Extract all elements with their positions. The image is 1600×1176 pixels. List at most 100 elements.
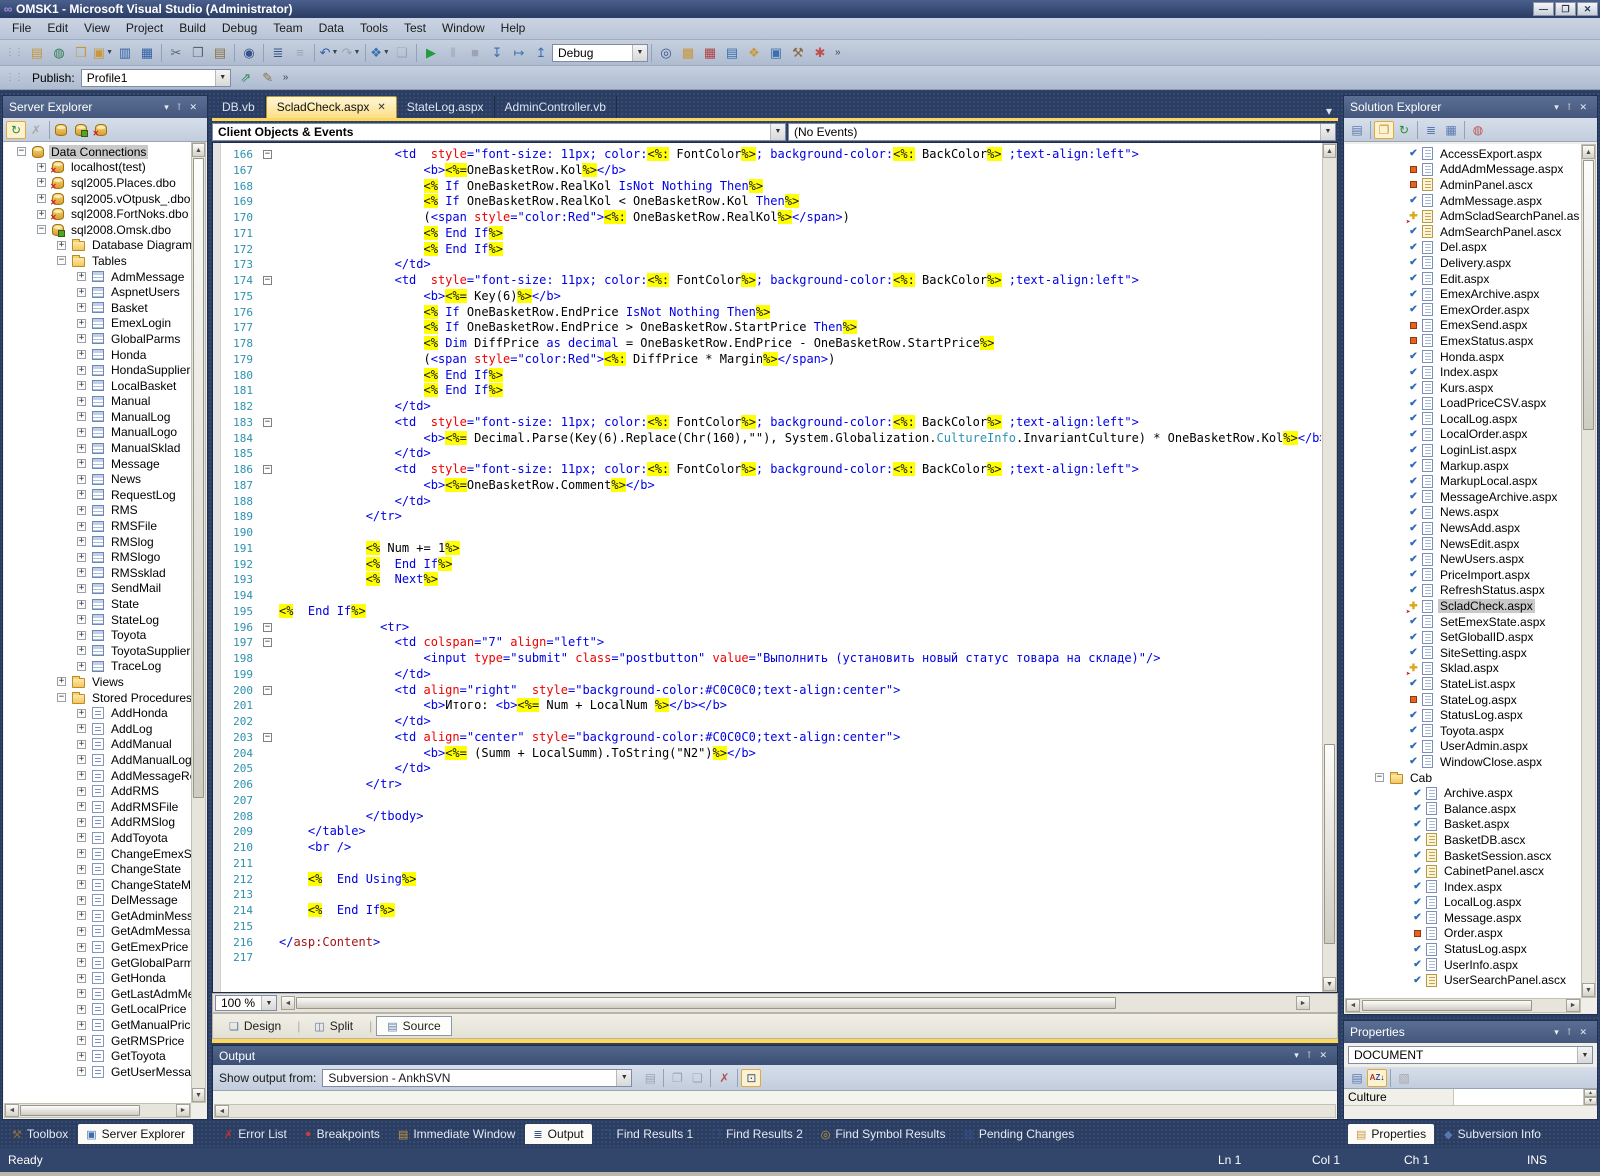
scroll-right-icon[interactable]: ►: [1296, 996, 1310, 1010]
tree-item[interactable]: + Views: [4, 674, 191, 690]
close-button[interactable]: ✕: [1577, 2, 1598, 16]
fold-margin[interactable]: −: [261, 683, 279, 699]
tree-item[interactable]: + ManualLog: [4, 409, 191, 425]
expander-icon[interactable]: −: [17, 147, 26, 157]
solution-explorer-icon[interactable]: ❖: [743, 43, 765, 63]
solution-item[interactable]: ✔ UserAdmin.aspx: [1345, 739, 1581, 755]
tree-item[interactable]: + AddLog: [4, 721, 191, 737]
expander-icon[interactable]: +: [77, 474, 86, 484]
solution-item[interactable]: ✔ LoginList.aspx: [1345, 442, 1581, 458]
property-pages-icon[interactable]: ▧: [1394, 1069, 1414, 1087]
step-over-icon[interactable]: ↦: [508, 43, 530, 63]
collapse-icon[interactable]: −: [263, 685, 272, 695]
fold-margin[interactable]: −: [261, 462, 279, 478]
tree-item[interactable]: + News: [4, 471, 191, 487]
new-project-icon[interactable]: ▤: [26, 43, 48, 63]
tree-item[interactable]: + AdmMessage: [4, 269, 191, 285]
solution-item[interactable]: ✔ Message.aspx: [1345, 910, 1581, 926]
auto-hide-pin-icon[interactable]: ⊺: [173, 102, 186, 113]
debug-configuration-combo[interactable]: Debug ▼: [552, 43, 648, 62]
paste-icon[interactable]: ▤: [209, 43, 231, 63]
solution-item[interactable]: ✔ BasketDB.ascx: [1345, 832, 1581, 848]
expander-icon[interactable]: +: [77, 771, 86, 781]
solution-explorer-vscrollbar[interactable]: ▲ ▼: [1581, 144, 1596, 998]
window-position-icon[interactable]: ▾: [1290, 1050, 1303, 1061]
find-icon[interactable]: ◉: [238, 43, 260, 63]
tree-item[interactable]: + Basket: [4, 300, 191, 316]
view-code-icon[interactable]: ≣: [1421, 121, 1441, 139]
tree-item[interactable]: + RMSlog: [4, 534, 191, 550]
tree-item[interactable]: + GetAdmMessage: [4, 924, 191, 940]
tree-item[interactable]: + GetGlobalParm: [4, 955, 191, 971]
server-explorer-vscrollbar[interactable]: ▲ ▼: [191, 142, 206, 1103]
minimize-button[interactable]: —: [1533, 2, 1554, 16]
toolbar-grip[interactable]: ⋮⋮: [2, 72, 26, 83]
clear-all-icon[interactable]: ✗: [714, 1069, 734, 1087]
tree-item[interactable]: − sql2008.Omsk.dbo: [4, 222, 191, 238]
collapse-icon[interactable]: −: [263, 732, 272, 742]
tab-find-results-1[interactable]: ❐ Find Results 1: [594, 1124, 702, 1144]
menu-edit[interactable]: Edit: [39, 18, 76, 39]
tree-item[interactable]: + RMSFile: [4, 518, 191, 534]
open-file-icon[interactable]: ❒: [70, 43, 92, 63]
command-window-icon[interactable]: ▩: [677, 43, 699, 63]
solution-item[interactable]: ✔ SiteSetting.aspx: [1345, 645, 1581, 661]
solution-item[interactable]: AdminPanel.ascx: [1345, 177, 1581, 193]
undo-icon[interactable]: ↶ ▼: [318, 43, 340, 63]
tree-item[interactable]: + ChangeStateMar: [4, 877, 191, 893]
solution-item[interactable]: ✔ Delivery.aspx: [1345, 255, 1581, 271]
toggle-word-wrap-icon[interactable]: ⊡: [741, 1068, 762, 1087]
connect-to-server-icon[interactable]: [73, 121, 93, 139]
expander-icon[interactable]: +: [77, 1004, 86, 1014]
tree-item[interactable]: + AspnetUsers: [4, 284, 191, 300]
tree-item[interactable]: + Message: [4, 456, 191, 472]
find-message-icon[interactable]: ▤: [640, 1069, 660, 1087]
expander-icon[interactable]: +: [77, 303, 86, 313]
close-icon[interactable]: ✕: [185, 102, 201, 113]
solution-item[interactable]: ✔ PriceImport.aspx: [1345, 567, 1581, 583]
expander-icon[interactable]: +: [77, 786, 86, 796]
toolbox-icon[interactable]: ⚒: [787, 43, 809, 63]
breakpoint-margin[interactable]: [213, 143, 221, 992]
window-position-icon[interactable]: ▾: [1550, 1027, 1563, 1038]
web-project-icon[interactable]: ◍: [1468, 121, 1488, 139]
menu-file[interactable]: File: [4, 18, 39, 39]
tree-item[interactable]: + AddHonda: [4, 705, 191, 721]
chevron-down-icon[interactable]: ▼: [1577, 1047, 1592, 1063]
tab-subversion-info[interactable]: ◆ Subversion Info: [1436, 1124, 1549, 1144]
solution-item[interactable]: ✔ Kurs.aspx: [1345, 380, 1581, 396]
expander-icon[interactable]: +: [77, 1036, 86, 1046]
fold-margin[interactable]: −: [261, 730, 279, 746]
tree-item[interactable]: + State: [4, 596, 191, 612]
collapse-icon[interactable]: −: [263, 150, 272, 159]
scroll-left-icon[interactable]: ◄: [281, 996, 295, 1010]
selected-object-combo[interactable]: DOCUMENT ▼: [1348, 1046, 1593, 1064]
property-row[interactable]: Culture ▲ ▼: [1344, 1089, 1597, 1106]
tree-item[interactable]: + GetToyota: [4, 1048, 191, 1064]
tab-properties[interactable]: ▤ Properties: [1348, 1124, 1435, 1144]
view-tab-design[interactable]: ❏ Design: [219, 1017, 291, 1035]
expander-icon[interactable]: +: [77, 412, 86, 422]
save-icon[interactable]: ▥: [114, 43, 136, 63]
expander-icon[interactable]: +: [77, 989, 86, 999]
solution-item[interactable]: ✔ News.aspx: [1345, 505, 1581, 521]
publish-web-icon[interactable]: ⇗: [235, 68, 257, 88]
tree-item[interactable]: + DelMessage: [4, 893, 191, 909]
menu-tools[interactable]: Tools: [352, 18, 396, 39]
cut-icon[interactable]: ✂: [165, 43, 187, 63]
solution-item[interactable]: ✔ EmexArchive.aspx: [1345, 286, 1581, 302]
connect-to-database-icon[interactable]: [53, 121, 73, 139]
expander-icon[interactable]: +: [77, 926, 86, 936]
expander-icon[interactable]: +: [77, 708, 86, 718]
expander-icon[interactable]: +: [77, 895, 86, 905]
expander-icon[interactable]: +: [37, 209, 46, 219]
add-connection-icon[interactable]: [93, 121, 113, 139]
tree-item[interactable]: + AddRMS: [4, 783, 191, 799]
break-all-icon[interactable]: ‖: [442, 43, 464, 63]
window-position-icon[interactable]: ▾: [1550, 102, 1563, 113]
properties-icon[interactable]: ▤: [1347, 121, 1367, 139]
toolbar-overflow-icon[interactable]: »: [831, 47, 845, 58]
solution-explorer-hscrollbar[interactable]: ◄ ►: [1345, 998, 1581, 1013]
collapse-icon[interactable]: −: [263, 417, 272, 427]
expander-icon[interactable]: +: [77, 583, 86, 593]
